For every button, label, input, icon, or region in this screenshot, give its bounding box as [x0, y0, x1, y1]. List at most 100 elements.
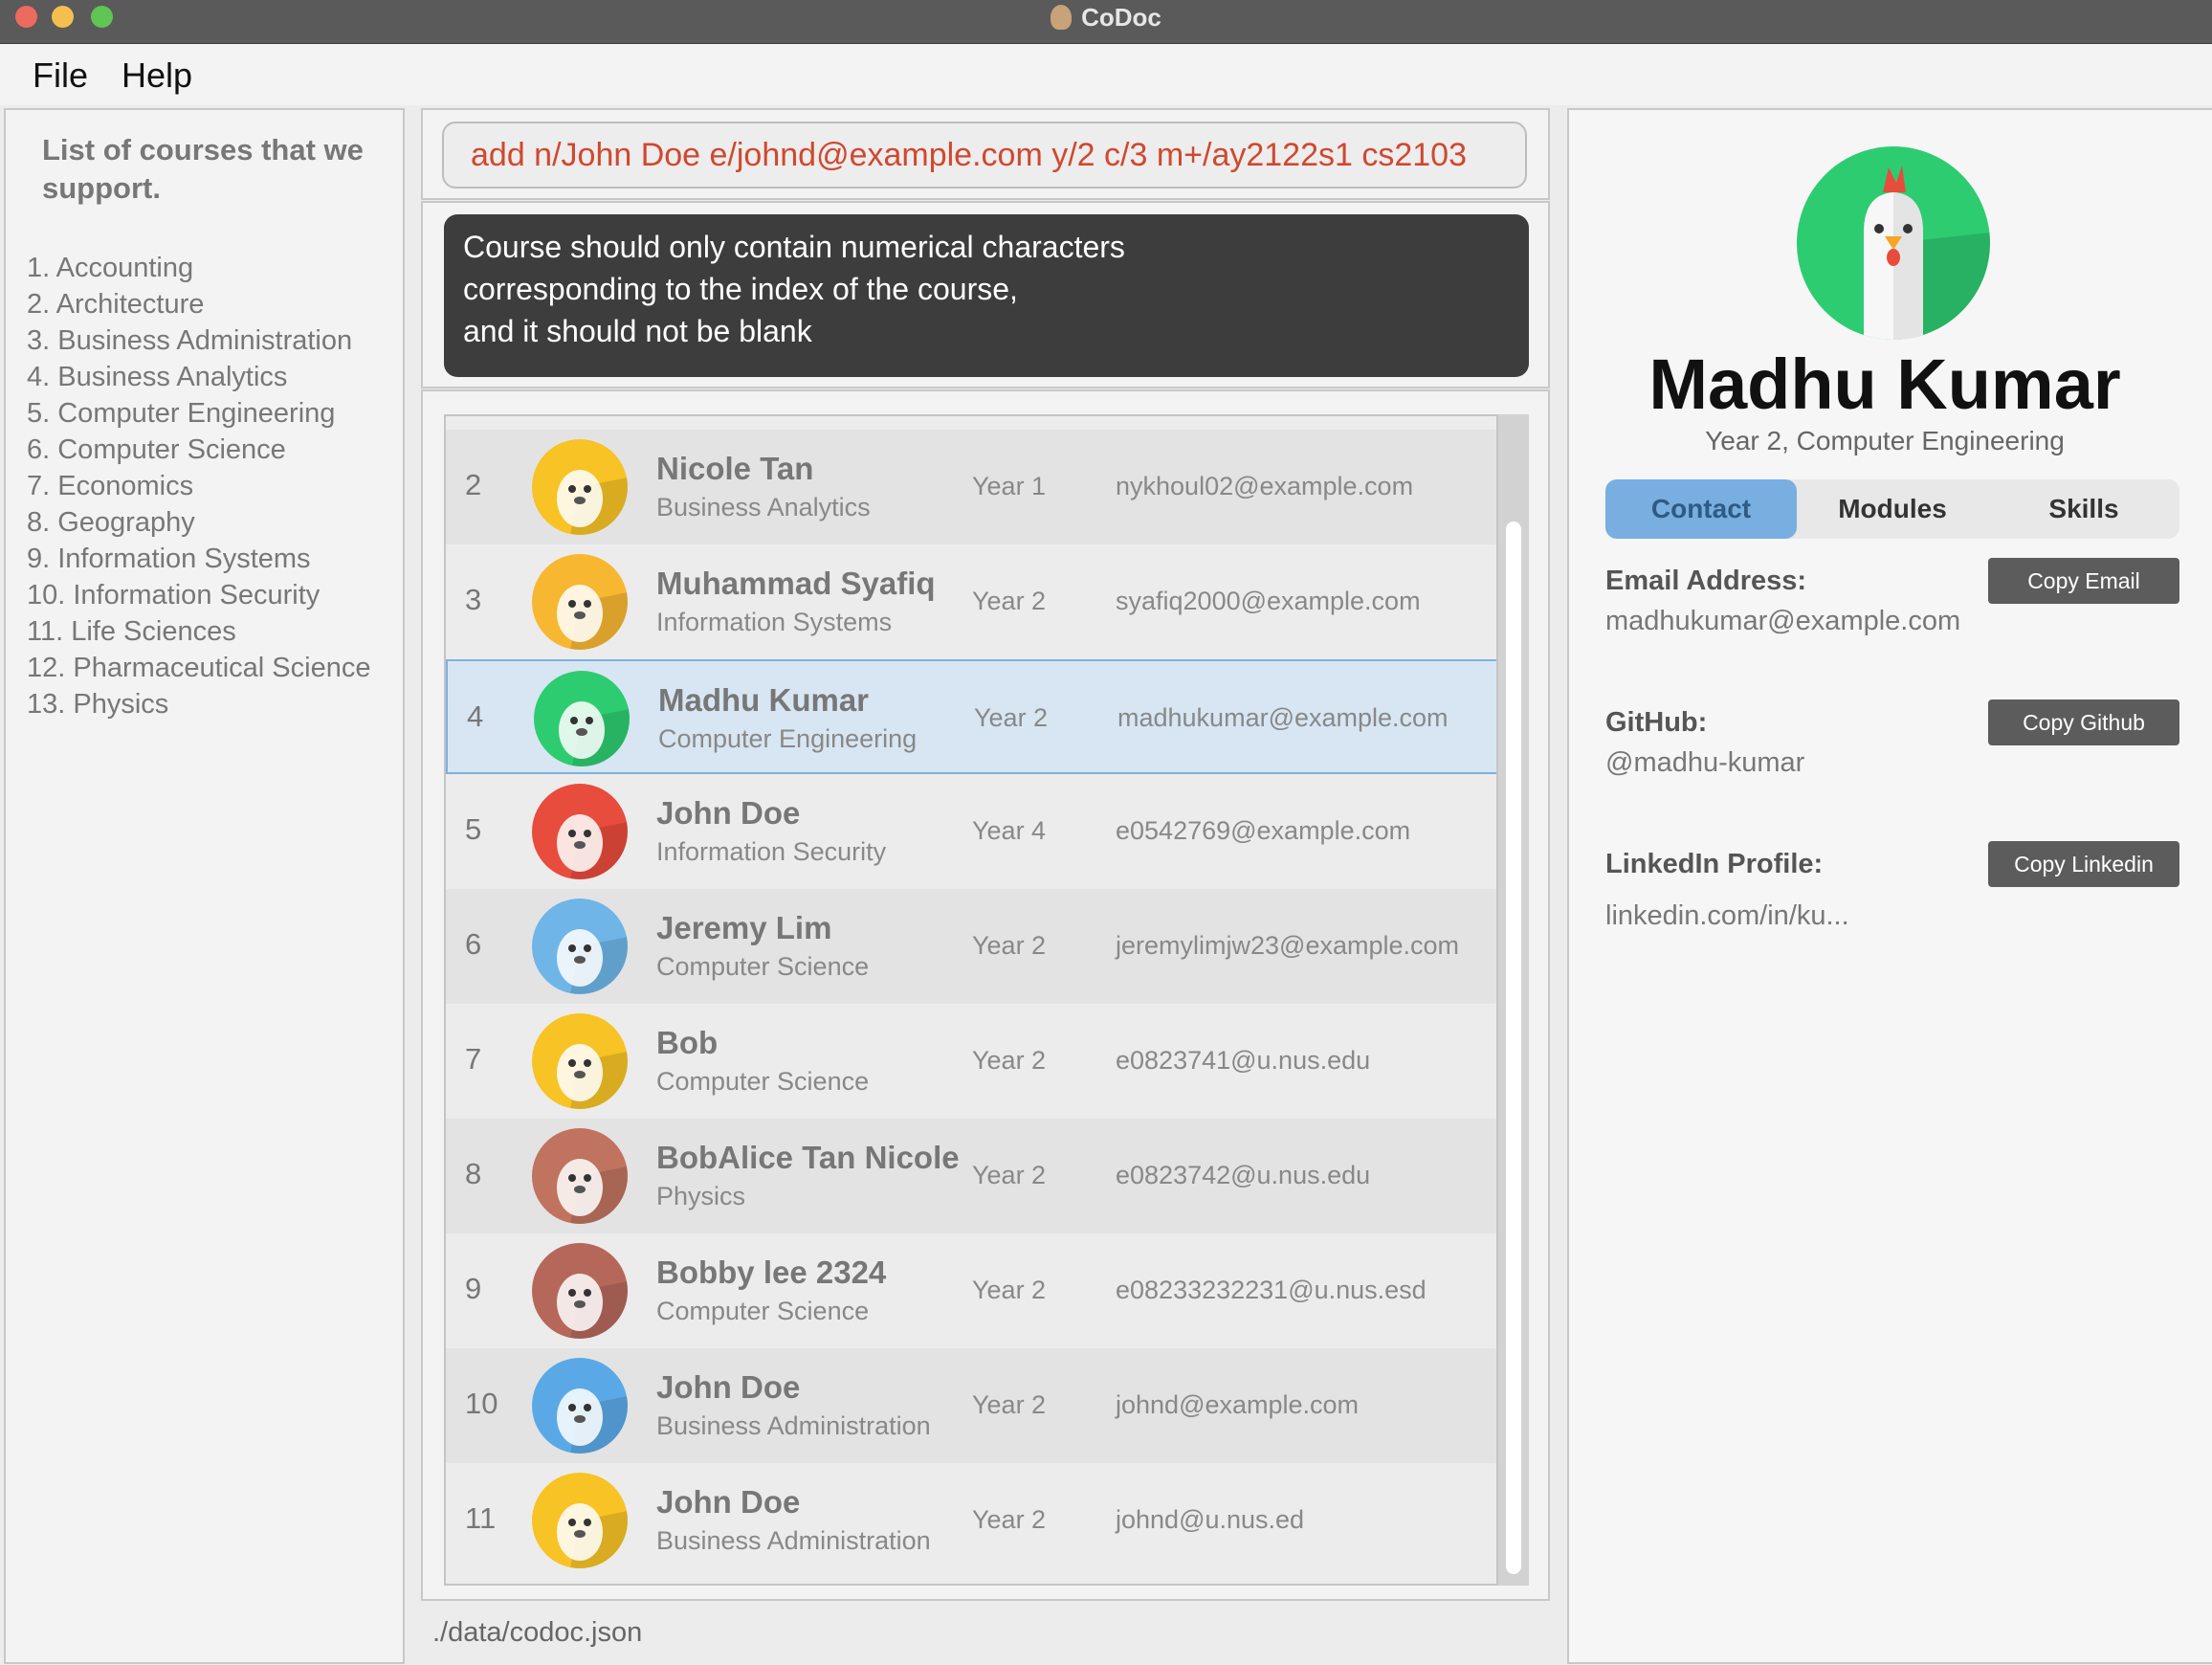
person-year: Year 2 [972, 931, 1047, 960]
person-email: e0823742@u.nus.edu [1116, 1161, 1371, 1189]
copy-linkedin-button[interactable]: Copy Linkedin [1988, 841, 2179, 887]
person-row[interactable]: 11 John Doe Business Administration Year 2 j… [446, 1463, 1496, 1578]
result-message: Course should only contain numerical cha… [444, 214, 1529, 377]
person-row[interactable]: 8 BobAlice Tan Nicole Physics Year 2 e082374… [446, 1119, 1496, 1233]
row-partial [446, 416, 1496, 430]
person-index: 2 [465, 468, 482, 501]
person-row[interactable]: 9 Bobby lee 2324 Computer Science Year 2 e08… [446, 1233, 1496, 1348]
person-course: Business Analytics [656, 493, 871, 522]
scrollbar-thumb[interactable] [1506, 522, 1521, 1574]
course-item: 7. Economics [27, 471, 194, 501]
person-detail-panel: Madhu Kumar Year 2, Computer Engineering… [1567, 108, 2212, 1664]
copy-github-button[interactable]: Copy Github [1988, 699, 2179, 745]
chicken-icon [1797, 146, 1990, 340]
person-course: Business Administration [656, 1411, 931, 1440]
person-course: Physics [656, 1182, 746, 1210]
person-course: Information Systems [656, 608, 893, 636]
person-name: Muhammad Syafiq [656, 566, 936, 601]
course-item: 5. Computer Engineering [27, 398, 336, 429]
koala-icon [532, 1128, 628, 1224]
window-title-text: CoDoc [1081, 3, 1161, 32]
beaver-icon [532, 899, 628, 994]
course-list: 1. Accounting 2. Architecture 3. Busines… [27, 250, 370, 722]
person-row[interactable]: 5 John Doe Information Security Year 4 e0542… [446, 774, 1496, 889]
person-course: Computer Science [656, 952, 870, 981]
course-list-panel: List of courses that we support. 1. Acco… [4, 108, 405, 1664]
chicken-icon [534, 671, 630, 766]
tab-modules[interactable]: Modules [1797, 479, 1988, 539]
person-year: Year 2 [972, 1046, 1047, 1075]
duck-icon [532, 1473, 628, 1568]
person-name: John Doe [656, 795, 801, 831]
course-item: 10. Information Security [27, 580, 321, 610]
person-email: nykhoul02@example.com [1116, 472, 1414, 500]
person-year: Year 1 [972, 472, 1047, 500]
person-year: Year 2 [974, 703, 1049, 732]
person-row[interactable]: 2 Nicole Tan Business Analytics Year 1 nykho… [446, 430, 1496, 544]
copy-email-button[interactable]: Copy Email [1988, 558, 2179, 604]
bear-icon [532, 1013, 628, 1109]
person-row[interactable]: 7 Bob Computer Science Year 2 e0823741@u.nus… [446, 1004, 1496, 1119]
github-label: GitHub: [1605, 707, 1708, 738]
person-email: syafiq2000@example.com [1116, 587, 1421, 615]
person-year: Year 2 [972, 1505, 1047, 1534]
person-course: Computer Science [656, 1067, 870, 1096]
course-list-title: List of courses that we support. [42, 133, 364, 205]
menu-file[interactable]: File [33, 56, 88, 96]
course-item: 2. Architecture [27, 289, 205, 320]
person-email: e08233232231@u.nus.esd [1116, 1276, 1427, 1304]
person-index: 10 [465, 1387, 498, 1420]
detail-name: Madhu Kumar [1648, 344, 2121, 424]
title-bar: CoDoc [0, 0, 2212, 44]
person-year: Year 2 [972, 1161, 1047, 1189]
person-index: 7 [465, 1042, 482, 1076]
course-item: 12. Pharmaceutical Science [27, 653, 371, 683]
course-item: 9. Information Systems [27, 544, 311, 574]
person-row[interactable]: 10 John Doe Business Administration Year 2 j… [446, 1348, 1496, 1463]
person-list-panel: 2 Nicole Tan Business Analytics Year 1 nykho… [421, 389, 1550, 1601]
email-label: Email Address: [1605, 566, 1807, 596]
panda-icon [532, 439, 628, 535]
command-box [421, 108, 1550, 200]
person-index: 6 [465, 927, 482, 961]
person-row[interactable]: 4 Madhu Kumar Computer Engineering Year 2 ma… [446, 659, 1496, 774]
linkedin-value: linkedin.com/in/ku... [1605, 900, 1849, 931]
email-value: madhukumar@example.com [1605, 606, 1961, 636]
course-item: 6. Computer Science [27, 434, 286, 465]
person-index: 5 [465, 812, 482, 846]
window-title: CoDoc [0, 3, 2212, 33]
person-course: Computer Engineering [658, 724, 918, 753]
person-email: johnd@example.com [1116, 1390, 1360, 1419]
menu-help[interactable]: Help [122, 56, 192, 96]
sloth-icon [532, 554, 628, 650]
detail-subtitle: Year 2, Computer Engineering [1705, 426, 2065, 455]
person-name: John Doe [656, 1369, 801, 1405]
person-index: 9 [465, 1272, 482, 1305]
course-item: 8. Geography [27, 507, 195, 538]
person-name: John Doe [656, 1484, 801, 1520]
person-year: Year 4 [972, 816, 1047, 845]
person-course: Computer Science [656, 1297, 870, 1325]
github-value: @madhu-kumar [1605, 747, 1805, 778]
person-name: Bob [656, 1025, 719, 1060]
person-year: Year 2 [972, 1276, 1047, 1304]
status-bar-path: ./data/codoc.json [432, 1617, 643, 1648]
person-row[interactable]: 6 Jeremy Lim Computer Science Year 2 jeremyl… [446, 889, 1496, 1004]
result-panel: Course should only contain numerical cha… [421, 201, 1550, 388]
scrollbar[interactable] [1498, 414, 1529, 1586]
person-list[interactable]: 2 Nicole Tan Business Analytics Year 1 nykho… [444, 414, 1498, 1586]
penguin-icon [532, 1358, 628, 1454]
person-course: Information Security [656, 837, 887, 866]
person-row[interactable]: 3 Muhammad Syafiq Information Systems Year … [446, 544, 1496, 659]
person-year: Year 2 [972, 587, 1047, 615]
person-email: johnd@u.nus.ed [1116, 1505, 1305, 1534]
person-name: Madhu Kumar [658, 682, 870, 718]
person-email: madhukumar@example.com [1117, 703, 1449, 732]
person-index: 4 [467, 699, 484, 733]
tab-contact[interactable]: Contact [1605, 479, 1797, 539]
person-name: Nicole Tan [656, 451, 814, 486]
command-input[interactable] [442, 122, 1527, 189]
person-index: 8 [465, 1157, 482, 1190]
tab-skills[interactable]: Skills [1988, 479, 2179, 539]
person-course: Business Administration [656, 1526, 931, 1555]
